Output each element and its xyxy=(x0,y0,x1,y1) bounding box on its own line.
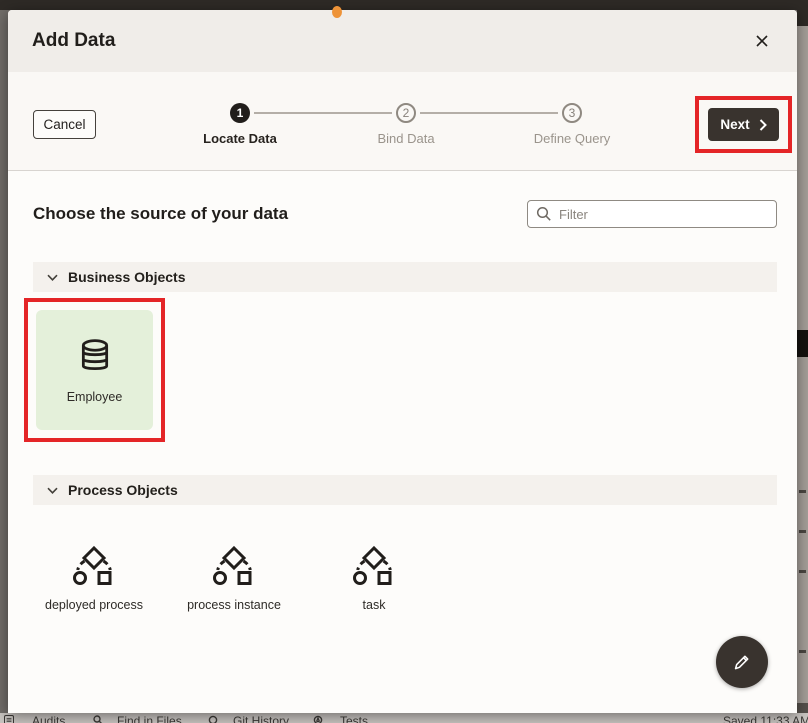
step-label-bind-data: Bind Data xyxy=(336,131,476,146)
annotation-box-next: Next xyxy=(695,96,792,153)
process-object-deployed-process[interactable]: deployed process xyxy=(24,545,164,612)
dialog-header: Add Data xyxy=(8,10,797,72)
filter-input[interactable] xyxy=(559,207,768,222)
process-object-task[interactable]: task xyxy=(304,545,444,612)
cancel-button[interactable]: Cancel xyxy=(33,110,96,139)
card-label: task xyxy=(363,598,386,612)
card-label: Employee xyxy=(67,390,123,404)
section-label: Business Objects xyxy=(68,269,186,285)
dialog-body: Choose the source of your data Business … xyxy=(8,171,797,712)
git-history-icon xyxy=(208,715,218,723)
section-header-process-objects[interactable]: Process Objects xyxy=(33,475,777,505)
drag-handle-dot xyxy=(332,6,342,18)
close-icon xyxy=(755,34,769,48)
step-connector xyxy=(420,112,558,114)
search-icon xyxy=(536,206,552,222)
statusbar-item-git-history[interactable]: Git History xyxy=(233,714,289,723)
step-number: 1 xyxy=(237,106,244,120)
statusbar-item-find-in-files[interactable]: Find in Files xyxy=(117,714,182,723)
step-number: 2 xyxy=(403,106,410,120)
pencil-icon xyxy=(731,651,753,673)
dialog-title: Add Data xyxy=(32,30,115,52)
background-fragment xyxy=(799,530,806,533)
add-data-dialog: Add Data Cancel 1 2 3 Locate Data Bind D… xyxy=(8,10,797,713)
close-button[interactable] xyxy=(751,30,773,52)
background-fragment xyxy=(799,490,806,493)
step-indicator-locate-data[interactable]: 1 xyxy=(230,103,250,123)
background-app-top-strip xyxy=(0,0,808,10)
background-app-right-strip xyxy=(797,0,808,723)
step-number: 3 xyxy=(569,106,576,120)
card-label: deployed process xyxy=(45,598,143,612)
card-label: process instance xyxy=(187,598,281,612)
search-icon xyxy=(93,715,103,723)
background-status-bar: Audits Find in Files Git History Tests S… xyxy=(0,713,808,723)
process-icon xyxy=(351,545,397,587)
section-label: Process Objects xyxy=(68,482,178,498)
process-object-process-instance[interactable]: process instance xyxy=(164,545,304,612)
next-button-label: Next xyxy=(720,117,749,132)
statusbar-saved-label: Saved 11:33 AM xyxy=(723,714,808,723)
chevron-down-icon xyxy=(47,274,58,281)
process-icon xyxy=(71,545,117,587)
stepper-bar: Cancel 1 2 3 Locate Data Bind Data Defin… xyxy=(8,72,797,171)
edit-fab-button[interactable] xyxy=(716,636,768,688)
process-objects-row: deployed process process instance xyxy=(24,545,444,612)
step-connector xyxy=(254,112,392,114)
tests-icon xyxy=(313,715,323,723)
business-object-card-employee[interactable]: Employee xyxy=(36,310,153,430)
step-indicator-bind-data[interactable]: 2 xyxy=(396,103,416,123)
background-fragment xyxy=(799,570,806,573)
process-icon xyxy=(211,545,257,587)
step-label-locate-data: Locate Data xyxy=(170,131,310,146)
statusbar-item-audits[interactable]: Audits xyxy=(32,714,65,723)
filter-field[interactable] xyxy=(527,200,777,228)
statusbar-item-tests[interactable]: Tests xyxy=(340,714,368,723)
section-header-business-objects[interactable]: Business Objects xyxy=(33,262,777,292)
annotation-box-employee: Employee xyxy=(24,298,165,442)
step-indicator-define-query[interactable]: 3 xyxy=(562,103,582,123)
next-button[interactable]: Next xyxy=(708,108,779,141)
database-icon xyxy=(75,336,115,376)
step-label-define-query: Define Query xyxy=(502,131,642,146)
background-fragment xyxy=(799,650,806,653)
background-fragment xyxy=(797,330,808,357)
chevron-down-icon xyxy=(47,487,58,494)
background-fragment xyxy=(797,0,808,26)
audits-icon xyxy=(4,715,14,723)
chevron-right-icon xyxy=(759,119,767,131)
page-title: Choose the source of your data xyxy=(33,204,288,224)
